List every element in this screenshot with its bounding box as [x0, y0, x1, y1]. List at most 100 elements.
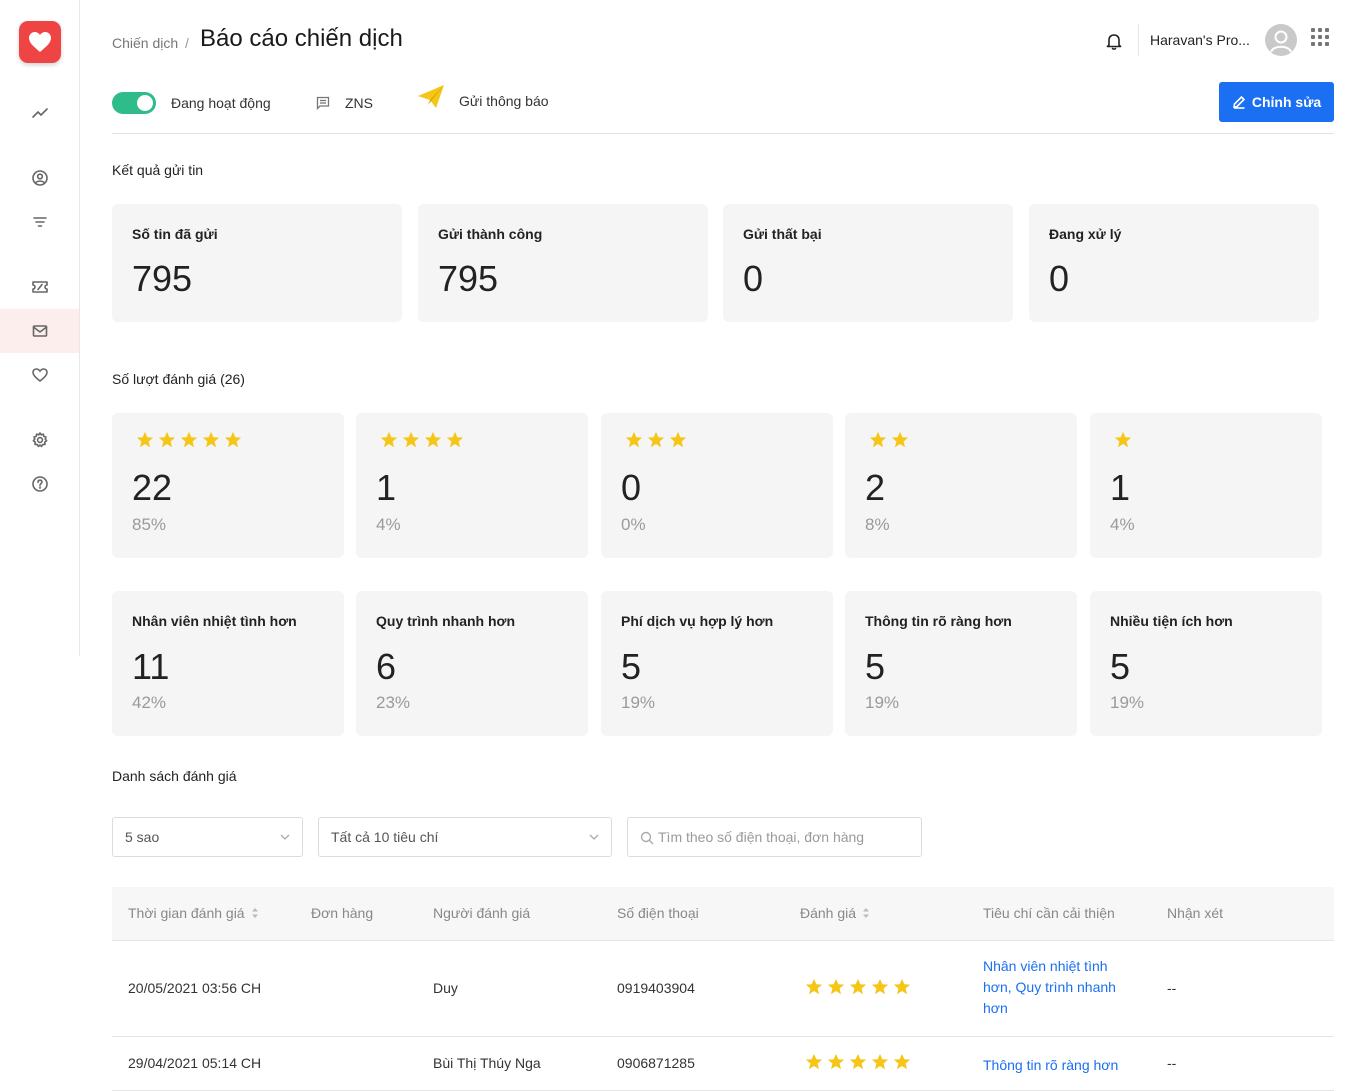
sidebar-item-campaigns[interactable]: [0, 309, 79, 353]
column-criteria: Tiêu chí cần cải thiện: [983, 905, 1115, 921]
sidebar-item-coupons[interactable]: [0, 265, 79, 309]
improvement-criteria[interactable]: Nhân viên nhiệt tình hơn, Quy trình nhan…: [983, 956, 1123, 1019]
card-label: Số tin đã gửi: [132, 226, 218, 242]
rating-card-4-stars[interactable]: 1 4%: [356, 413, 588, 558]
search-box: [627, 817, 922, 857]
reviewer-name: Bùi Thị Thúy Nga: [433, 1055, 541, 1071]
sidebar-item-segments[interactable]: [0, 200, 79, 244]
rating-count: 1: [376, 467, 397, 508]
row-star-rating: [805, 1053, 911, 1071]
star-icon: [158, 431, 176, 448]
sidebar-item-settings[interactable]: [0, 418, 79, 462]
rating-percent: 85%: [132, 515, 167, 534]
star-rating: [380, 431, 464, 449]
criteria-card-process[interactable]: Quy trình nhanh hơn 6 23%: [356, 591, 588, 736]
apps-grid-icon[interactable]: [1311, 28, 1329, 46]
criteria-percent: 42%: [132, 693, 167, 712]
column-label: Số điện thoại: [617, 905, 699, 921]
search-input[interactable]: [658, 819, 918, 855]
sent-count-card: Số tin đã gửi 795: [112, 204, 402, 322]
table-row[interactable]: 20/05/2021 03:56 CH Duy 0919403904 Nhân …: [112, 941, 1334, 1037]
active-toggle[interactable]: [112, 92, 156, 114]
search-icon: [640, 831, 654, 845]
rating-card-3-stars[interactable]: 0 0%: [601, 413, 833, 558]
header-divider: [1138, 24, 1139, 56]
user-avatar-icon: [1270, 30, 1292, 53]
criteria-label: Phí dịch vụ hợp lý hơn: [621, 613, 774, 629]
sidebar-item-analytics[interactable]: [0, 91, 79, 135]
criteria-filter-value: Tất cả 10 tiêu chí: [331, 829, 439, 845]
store-name[interactable]: Haravan's Pro...: [1150, 32, 1250, 48]
table-row[interactable]: 29/04/2021 05:14 CH Bùi Thị Thúy Nga 090…: [112, 1037, 1334, 1091]
rating-percent: 8%: [865, 515, 890, 534]
comment: --: [1167, 980, 1177, 996]
star-icon: [827, 1053, 845, 1070]
app-logo[interactable]: [19, 21, 61, 63]
star-icon: [849, 978, 867, 995]
filter-icon: [32, 217, 47, 227]
criteria-count: 6: [376, 646, 397, 687]
column-review-time[interactable]: Thời gian đánh giá: [128, 905, 259, 921]
star-icon: [224, 431, 242, 448]
star-icon: [647, 431, 665, 448]
pencil-icon: [1232, 95, 1245, 109]
star-filter-select[interactable]: 5 sao: [112, 817, 303, 857]
card-label: Gửi thành công: [438, 226, 543, 242]
mail-icon: [32, 325, 47, 337]
star-icon: [380, 431, 398, 448]
processing-count-card: Đang xử lý 0: [1029, 204, 1319, 322]
edit-button[interactable]: Chỉnh sửa: [1219, 82, 1334, 122]
criteria-count: 5: [1110, 646, 1131, 687]
criteria-filter-select[interactable]: Tất cả 10 tiêu chí: [318, 817, 612, 857]
rating-card-2-stars[interactable]: 2 8%: [845, 413, 1077, 558]
trend-icon: [31, 108, 48, 118]
breadcrumb-separator: /: [185, 35, 189, 51]
avatar[interactable]: [1265, 24, 1297, 56]
review-list-title: Danh sách đánh giá: [112, 768, 237, 784]
star-icon: [849, 1053, 867, 1070]
review-time: 20/05/2021 03:56 CH: [128, 980, 262, 996]
criteria-percent: 19%: [865, 693, 900, 712]
criteria-count: 5: [865, 646, 886, 687]
chevron-down-icon: [280, 834, 290, 840]
improvement-criteria[interactable]: Thông tin rõ ràng hơn: [983, 1055, 1143, 1076]
column-rating[interactable]: Đánh giá: [800, 905, 870, 921]
criteria-label: Nhiều tiện ích hơn: [1110, 613, 1233, 629]
failed-count-card: Gửi thất bại 0: [723, 204, 1013, 322]
star-icon: [871, 978, 889, 995]
send-results-title: Kết quả gửi tin: [112, 162, 204, 178]
phone-number: 0906871285: [617, 1055, 695, 1071]
row-star-rating: [805, 978, 911, 996]
breadcrumb-parent[interactable]: Chiến dịch: [112, 35, 178, 51]
rating-card-5-stars[interactable]: 22 85%: [112, 413, 344, 558]
comment: --: [1167, 1055, 1177, 1071]
sidebar-item-loyalty[interactable]: [0, 353, 79, 397]
active-status-label: Đang hoạt động: [171, 95, 271, 111]
star-icon: [893, 1053, 911, 1070]
sidebar-item-customers[interactable]: [0, 156, 79, 200]
rating-card-1-star[interactable]: 1 4%: [1090, 413, 1322, 558]
bell-icon[interactable]: [1104, 31, 1124, 51]
column-phone: Số điện thoại: [617, 905, 699, 921]
criteria-card-staff[interactable]: Nhân viên nhiệt tình hơn 11 42%: [112, 591, 344, 736]
sidebar-item-help[interactable]: [0, 462, 79, 506]
success-count-card: Gửi thành công 795: [418, 204, 708, 322]
star-icon: [202, 431, 220, 448]
star-icon: [869, 431, 887, 448]
column-reviewer: Người đánh giá: [433, 905, 530, 921]
message-icon: [316, 96, 330, 110]
criteria-card-fee[interactable]: Phí dịch vụ hợp lý hơn 5 19%: [601, 591, 833, 736]
star-icon: [424, 431, 442, 448]
criteria-card-info[interactable]: Thông tin rõ ràng hơn 5 19%: [845, 591, 1077, 736]
help-icon: [31, 476, 48, 492]
star-icon: [805, 978, 823, 995]
gear-icon: [32, 432, 47, 448]
criteria-card-utility[interactable]: Nhiều tiện ích hơn 5 19%: [1090, 591, 1322, 736]
card-label: Gửi thất bại: [743, 226, 822, 242]
rating-count: 0: [621, 467, 642, 508]
page-title: Báo cáo chiến dịch: [200, 25, 403, 52]
star-icon: [827, 978, 845, 995]
star-rating: [136, 431, 242, 449]
campaign-status-bar: Đang hoạt động ZNS Gửi thông báo Chỉnh s…: [112, 82, 1334, 134]
star-icon: [402, 431, 420, 448]
